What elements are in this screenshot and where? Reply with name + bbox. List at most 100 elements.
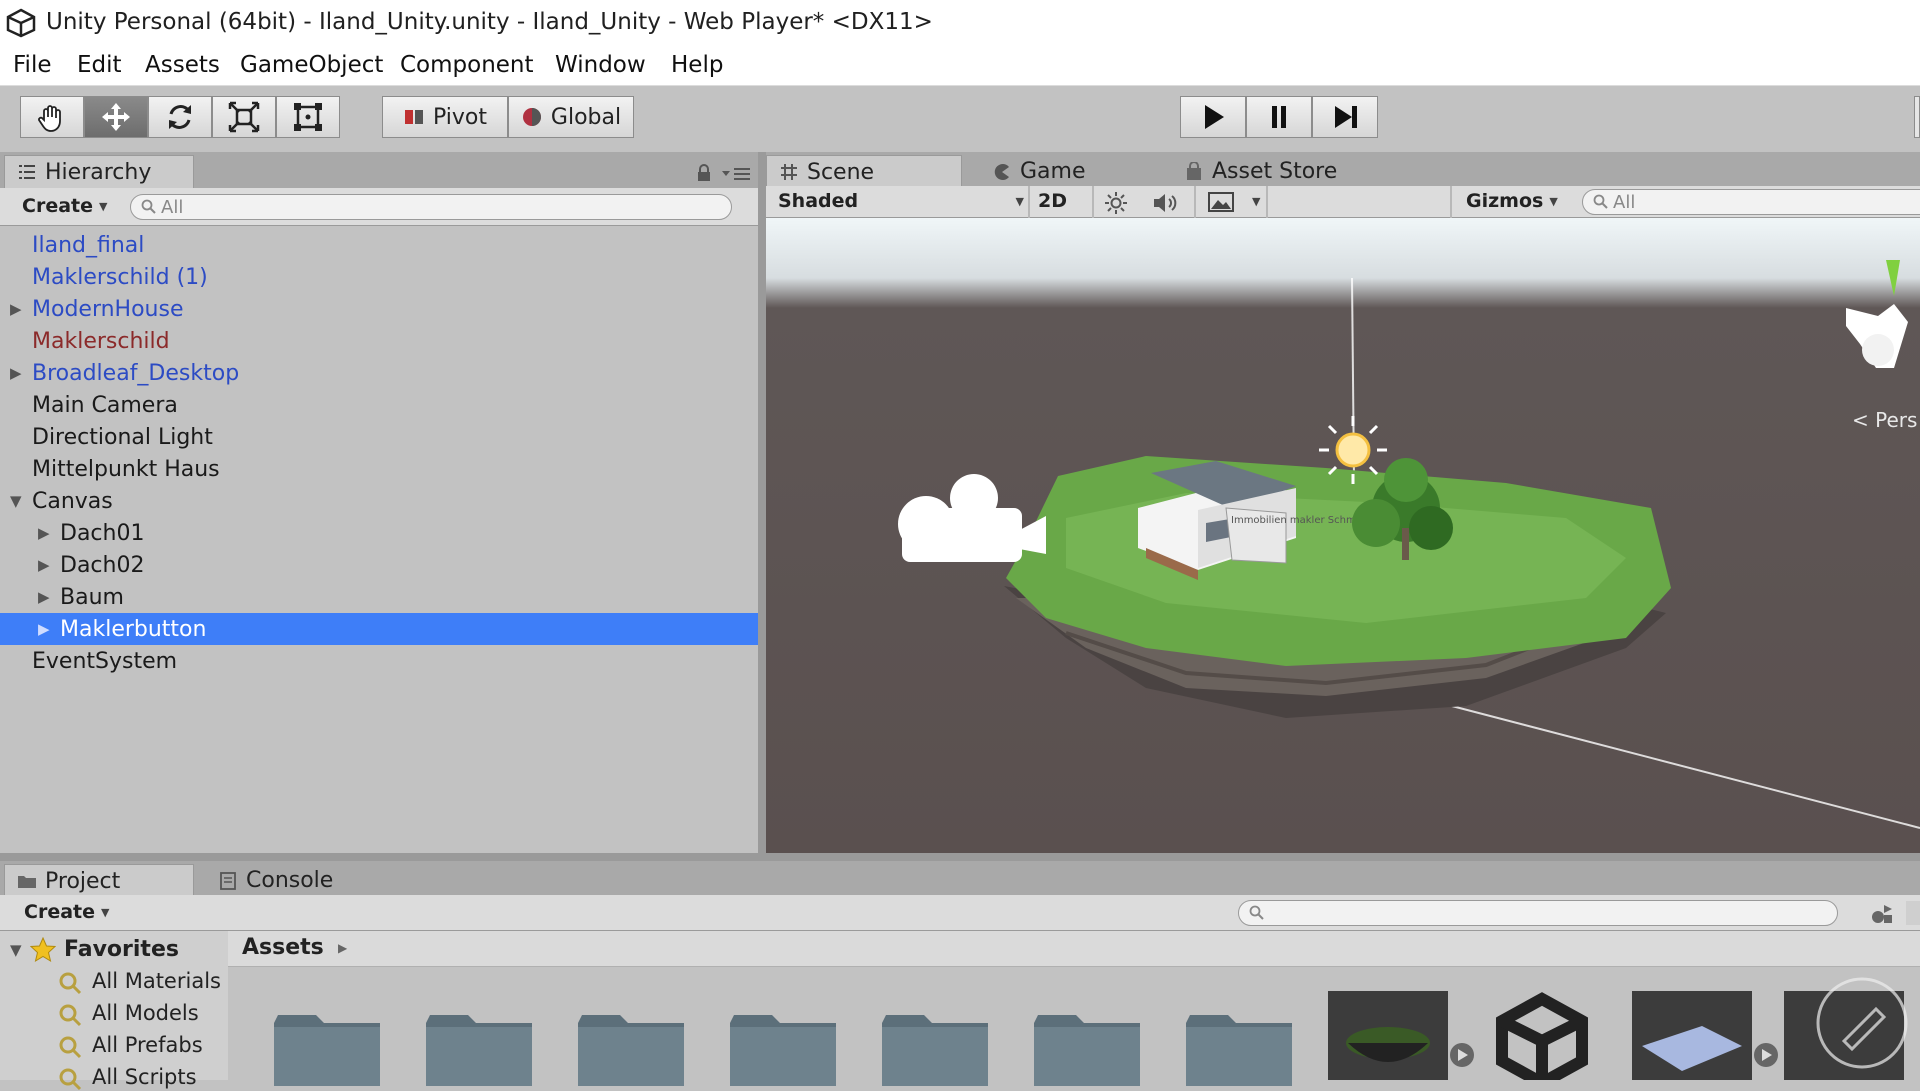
hierarchy-item[interactable]: Mittelpunkt Haus [0, 453, 758, 485]
hand-tool-button[interactable] [20, 96, 84, 138]
play-preview-icon[interactable] [1448, 1041, 1476, 1069]
menu-edit[interactable]: Edit [77, 52, 122, 78]
filter-by-type-icon[interactable] [1870, 903, 1894, 925]
lock-icon[interactable] [696, 164, 712, 182]
sign-text: Immobilien makler Schmidt [1231, 515, 1369, 526]
rect-tool-button[interactable] [276, 96, 340, 138]
tab-console[interactable]: Console [206, 864, 386, 897]
hierarchy-item[interactable]: ▶ Dach01 [0, 517, 758, 549]
move-arrows-icon [102, 103, 130, 131]
play-preview-icon[interactable] [1752, 1041, 1780, 1069]
scale-icon [228, 101, 260, 133]
step-button[interactable] [1312, 96, 1378, 138]
rotate-tool-button[interactable] [148, 96, 212, 138]
hierarchy-item-label: Mittelpunkt Haus [32, 456, 220, 482]
effects-caret-icon[interactable]: ▼ [1252, 195, 1260, 208]
pivot-icon [404, 110, 423, 124]
menu-help[interactable]: Help [671, 52, 723, 78]
hierarchy-item[interactable]: ▼ Canvas [0, 485, 758, 517]
filter-by-label-icon[interactable] [1906, 901, 1920, 925]
tab-game[interactable]: Game [980, 155, 1140, 188]
scene-viewport[interactable]: Immobilien makler Schmidt < Pers [766, 218, 1920, 853]
hierarchy-item[interactable]: Iland_final [0, 229, 758, 261]
favorite-item[interactable]: All Models [92, 1001, 199, 1025]
global-toggle-button[interactable]: Global [508, 96, 634, 138]
folder-icon[interactable] [1182, 1011, 1296, 1086]
project-search-input[interactable] [1238, 900, 1838, 926]
menu-assets[interactable]: Assets [145, 52, 220, 78]
expand-arrow-icon[interactable]: ▶ [38, 620, 50, 638]
tab-hierarchy[interactable]: Hierarchy [4, 155, 194, 188]
watermark-pen-icon [1816, 977, 1908, 1069]
menu-component[interactable]: Component [400, 52, 534, 78]
panel-menu-icon[interactable] [722, 166, 752, 180]
expand-arrow-icon[interactable]: ▶ [10, 300, 22, 318]
hierarchy-item[interactable]: ▶ Maklerbutton [0, 613, 758, 645]
list-icon [19, 165, 35, 179]
project-create-button[interactable]: Create ▼ [24, 901, 109, 923]
collapse-arrow-icon[interactable]: ▼ [10, 492, 22, 510]
folder-icon[interactable] [726, 1011, 840, 1086]
scene-lighting-icon[interactable] [1104, 191, 1128, 215]
sign-model-icon [1642, 1026, 1742, 1071]
tab-asset-store-label: Asset Store [1212, 159, 1338, 184]
island-model-thumbnail[interactable] [1328, 991, 1448, 1080]
hierarchy-search-input[interactable]: All [130, 194, 732, 220]
hierarchy-item[interactable]: ▶ Baum [0, 581, 758, 613]
hierarchy-item[interactable]: ▶ ModernHouse [0, 293, 758, 325]
hierarchy-item[interactable]: Maklerschild [0, 325, 758, 357]
expand-arrow-icon[interactable]: ▶ [38, 556, 50, 574]
toggle-2d-button[interactable]: 2D [1038, 190, 1067, 212]
expand-arrow-icon[interactable]: ▶ [38, 524, 50, 542]
hierarchy-item-label: Directional Light [32, 424, 213, 450]
perspective-label[interactable]: < Pers [1852, 408, 1917, 432]
play-button[interactable] [1180, 96, 1246, 138]
hierarchy-item[interactable]: EventSystem [0, 645, 758, 677]
folder-icon[interactable] [422, 1011, 536, 1086]
hierarchy-item[interactable]: Maklerschild (1) [0, 261, 758, 293]
scene-effects-image-icon[interactable] [1208, 192, 1234, 212]
panel-splitter-horizontal[interactable] [0, 853, 1920, 861]
expand-arrow-icon[interactable]: ▶ [10, 364, 22, 382]
scene-audio-icon[interactable] [1152, 191, 1180, 215]
pause-button[interactable] [1246, 96, 1312, 138]
hierarchy-item[interactable]: Main Camera [0, 389, 758, 421]
pivot-toggle-button[interactable]: Pivot [382, 96, 508, 138]
panel-splitter[interactable] [758, 152, 766, 853]
expand-arrow-icon[interactable]: ▶ [38, 588, 50, 606]
folder-icon[interactable] [270, 1011, 384, 1086]
shading-mode-dropdown[interactable]: Shaded ▼ [778, 190, 1024, 212]
layers-dropdown-edge[interactable] [1914, 96, 1920, 138]
orientation-gizmo-icon[interactable] [1846, 260, 1908, 368]
scene-search-placeholder: All [1613, 191, 1636, 213]
camera-gizmo-icon[interactable] [898, 474, 1046, 562]
pacman-game-icon [994, 163, 1009, 180]
hierarchy-item[interactable]: ▶ Dach02 [0, 549, 758, 581]
unity-scene-asset-icon[interactable] [1482, 991, 1602, 1080]
tab-asset-store[interactable]: Asset Store [1172, 155, 1392, 188]
scene-search-input[interactable]: All [1582, 189, 1920, 215]
folder-icon[interactable] [574, 1011, 688, 1086]
menu-file[interactable]: File [13, 52, 52, 78]
hierarchy-item[interactable]: Directional Light [0, 421, 758, 453]
caret-down-icon: ▼ [1549, 194, 1558, 208]
scale-tool-button[interactable] [212, 96, 276, 138]
move-tool-button[interactable] [84, 96, 148, 138]
tab-game-label: Game [1020, 159, 1086, 184]
hierarchy-create-button[interactable]: Create ▼ [22, 195, 107, 217]
gizmos-dropdown[interactable]: Gizmos ▼ [1466, 190, 1558, 212]
assets-breadcrumb-label[interactable]: Assets [242, 935, 324, 960]
menu-window[interactable]: Window [555, 52, 646, 78]
folder-icon[interactable] [1030, 1011, 1144, 1086]
tab-project[interactable]: Project [4, 864, 194, 897]
favorite-item[interactable]: All Prefabs [92, 1033, 203, 1057]
favorites-label[interactable]: Favorites [64, 937, 179, 962]
favorite-item[interactable]: All Materials [92, 969, 221, 993]
tab-scene[interactable]: Scene [766, 155, 962, 188]
favorites-expand-arrow[interactable]: ▼ [10, 941, 22, 959]
sign-model-thumbnail[interactable] [1632, 991, 1752, 1080]
hierarchy-item[interactable]: ▶ Broadleaf_Desktop [0, 357, 758, 389]
folder-icon[interactable] [878, 1011, 992, 1086]
favorite-item[interactable]: All Scripts [92, 1065, 197, 1089]
menu-gameobject[interactable]: GameObject [240, 52, 383, 78]
